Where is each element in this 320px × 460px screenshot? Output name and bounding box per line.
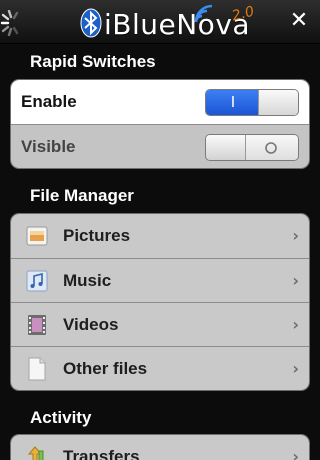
file-manager-item-music[interactable]: Music ›	[11, 258, 309, 302]
chevron-right-icon: ›	[292, 315, 299, 334]
pictures-icon	[26, 226, 48, 246]
signal-wave-icon	[194, 4, 213, 23]
toggle-on-indicator: I	[206, 90, 260, 115]
section-title-activity: Activity	[30, 408, 92, 427]
chevron-right-icon: ›	[292, 359, 299, 378]
enable-row: Enable I	[11, 80, 309, 124]
file-manager-group: Pictures › Music › Videos › Other files …	[10, 213, 310, 391]
visible-row: Visible	[11, 124, 309, 168]
loading-spinner-icon	[0, 10, 19, 36]
chevron-right-icon: ›	[292, 271, 299, 290]
file-manager-item-pictures[interactable]: Pictures ›	[11, 214, 309, 258]
visible-label: Visible	[21, 137, 76, 156]
bluetooth-icon	[80, 8, 102, 38]
chevron-right-icon: ›	[292, 226, 299, 245]
app-logo: iBlueNova 2.0	[78, 3, 256, 42]
music-icon	[26, 270, 48, 292]
version-label: 2.0	[230, 3, 256, 25]
activity-item-transfers[interactable]: Transfers ›	[11, 435, 309, 460]
list-item-label: Transfers	[63, 447, 140, 460]
section-title-rapid-switches: Rapid Switches	[30, 52, 156, 71]
enable-toggle[interactable]: I	[205, 89, 299, 116]
off-circle-icon	[265, 142, 277, 154]
enable-label: Enable	[21, 92, 77, 111]
file-manager-item-other-files[interactable]: Other files ›	[11, 346, 309, 390]
file-icon	[28, 357, 46, 381]
visible-toggle[interactable]	[205, 134, 299, 161]
toggle-off-indicator	[244, 135, 298, 160]
list-item-label: Videos	[63, 315, 119, 334]
section-title-file-manager: File Manager	[30, 186, 134, 205]
list-item-label: Other files	[63, 359, 148, 378]
list-item-label: Music	[63, 271, 112, 290]
rapid-switches-group: Enable I Visible	[10, 79, 310, 169]
list-item-label: Pictures	[63, 226, 131, 245]
title-bar: iBlueNova 2.0 ✕	[0, 0, 320, 44]
file-manager-item-videos[interactable]: Videos ›	[11, 302, 309, 346]
activity-group: Transfers ›	[10, 434, 310, 460]
toggle-knob	[206, 135, 246, 160]
videos-icon	[28, 315, 46, 335]
chevron-right-icon: ›	[292, 447, 299, 460]
app-name: iBlueNova	[104, 8, 251, 41]
toggle-knob	[258, 90, 298, 115]
close-button[interactable]: ✕	[288, 8, 310, 34]
transfers-icon	[27, 446, 44, 460]
